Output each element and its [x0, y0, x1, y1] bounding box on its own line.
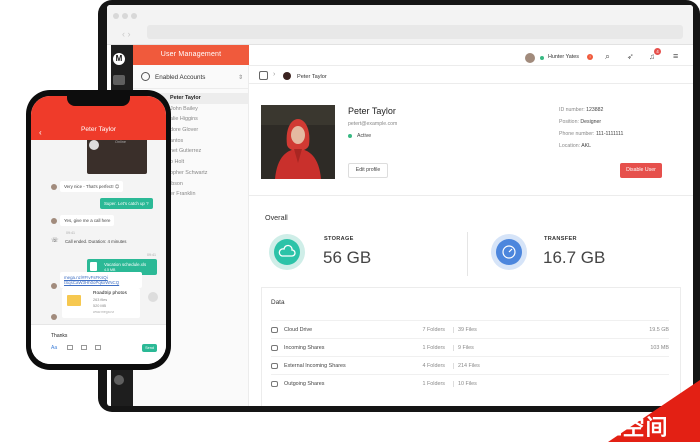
table-row[interactable]: Cloud Drive 7 Folders 39 Files 19.5 GB — [271, 320, 669, 338]
users-icon[interactable] — [259, 71, 268, 80]
notification-badge: 4 — [654, 48, 661, 55]
profile-photo — [261, 105, 335, 179]
folder-source: www.mega.nz — [93, 310, 115, 314]
settings-icon[interactable] — [114, 375, 124, 385]
window-dot — [122, 13, 128, 19]
storage-value: 56 GB — [323, 248, 372, 267]
position-field: Position: Designer — [559, 119, 602, 125]
browser-bar: ‹ › — [107, 5, 693, 45]
message-bubble: Super. Let's catch up ? — [100, 198, 153, 210]
chevron-right-icon: › — [273, 71, 276, 78]
folder-name: Roadtrip photos — [93, 291, 127, 296]
divider — [249, 83, 693, 84]
window-dot — [113, 13, 119, 19]
avatar — [51, 283, 57, 289]
cloud-icon — [274, 239, 300, 265]
chat-title: Peter Taylor — [80, 126, 117, 133]
avatar — [51, 184, 57, 190]
edit-profile-button[interactable]: Edit profile — [348, 163, 388, 178]
divider — [467, 232, 468, 276]
folder-size: 520 MB — [93, 304, 107, 308]
account-filter[interactable]: Enabled Accounts — [133, 65, 249, 89]
disable-user-button[interactable]: Disable User — [620, 163, 662, 178]
message-time: 09:41 — [147, 253, 156, 257]
avatar[interactable] — [525, 53, 535, 63]
message-time: 09:41 — [66, 231, 75, 235]
avatar — [283, 72, 291, 80]
outgoing-share-icon — [271, 381, 278, 387]
watermark-text: IT运维空间 — [555, 415, 669, 440]
data-title: Data — [271, 299, 285, 306]
transfer-label: TRANSFER — [544, 236, 577, 242]
message-bubble: Very nice - That's perfect! 😊 — [60, 181, 124, 193]
call-ended-text: Call ended. Duration: 4 minutes — [65, 239, 127, 244]
text-format-icon[interactable]: Aa — [51, 345, 57, 351]
address-bar[interactable] — [147, 25, 683, 39]
message-input[interactable]: Thanks — [51, 333, 67, 339]
phone-notch — [67, 96, 130, 106]
profile-email: petert@example.com — [348, 121, 398, 127]
search-icon[interactable]: ⌕ — [605, 51, 610, 62]
phone-screen: ‹ Peter Taylor Online Very nice - That's… — [31, 96, 166, 364]
table-row[interactable]: Incoming Shares 1 Folders 9 Files 103 MB — [271, 338, 669, 356]
attach-icon[interactable] — [67, 345, 73, 350]
avatar — [51, 218, 57, 224]
breadcrumb-current: Peter Taylor — [297, 74, 327, 80]
table-row[interactable]: External Incoming Shares 4 Folders 214 Fil… — [271, 356, 669, 374]
online-dot — [540, 56, 544, 60]
sort-icon[interactable]: ⇕ — [238, 74, 243, 81]
cloud-drive-icon — [271, 327, 278, 333]
incoming-share-icon — [271, 345, 278, 351]
status-badge: Active — [357, 133, 372, 139]
folder-files: 263 files — [93, 298, 108, 302]
profile-name: Peter Taylor — [348, 106, 396, 116]
storage-label: STORAGE — [324, 236, 354, 242]
main-panel: Hunter Yates ! ⌕ ➶ ♫ 4 ≡ › Peter Taylor … — [249, 45, 693, 406]
forward-icon[interactable] — [148, 292, 158, 302]
image-icon[interactable] — [81, 345, 87, 350]
avatar — [51, 314, 57, 320]
link-message[interactable]: mega.nz/#F!vFsFKsQi ISqsCaW3Hh0oPqkxWNCQ — [60, 272, 142, 289]
id-field: ID number: 123882 — [559, 107, 604, 113]
external-share-icon — [271, 363, 278, 369]
overall-title: Overall — [265, 213, 288, 222]
rocket-icon[interactable]: ➶ — [627, 52, 634, 61]
menu-icon[interactable]: ≡ — [673, 51, 678, 61]
transfer-value: 16.7 GB — [543, 248, 606, 267]
speedometer-icon — [496, 239, 522, 265]
message-bubble: Yes, give me a call here — [60, 215, 115, 227]
sidebar-header: User Management — [133, 45, 249, 65]
phone-icon: ☏ — [51, 238, 59, 244]
divider — [249, 65, 693, 66]
location-field: Location: AKL — [559, 143, 592, 149]
mega-logo-icon[interactable]: M — [113, 53, 125, 65]
phone-field: Phone number: 111-1111111 — [559, 131, 624, 137]
window-dot — [131, 13, 137, 19]
spreadsheet-icon — [90, 262, 97, 271]
forward-icon[interactable] — [89, 140, 99, 150]
cloud-icon[interactable] — [113, 75, 125, 85]
notification-dot: ! — [587, 54, 593, 60]
header-username[interactable]: Hunter Yates — [548, 54, 579, 60]
watermark-url: WWW.94IP.COM — [582, 390, 661, 401]
status-dot — [348, 134, 352, 138]
app-window: ‹ › M User Management Enabled Accounts ⇕… — [107, 5, 693, 406]
folder-icon — [67, 295, 81, 306]
camera-icon[interactable] — [95, 345, 101, 350]
nav-arrows-icon[interactable]: ‹ › — [122, 29, 131, 39]
send-button[interactable]: Send — [142, 344, 157, 352]
chat-status: Online — [115, 140, 126, 144]
users-icon — [141, 72, 150, 81]
divider — [249, 195, 693, 196]
